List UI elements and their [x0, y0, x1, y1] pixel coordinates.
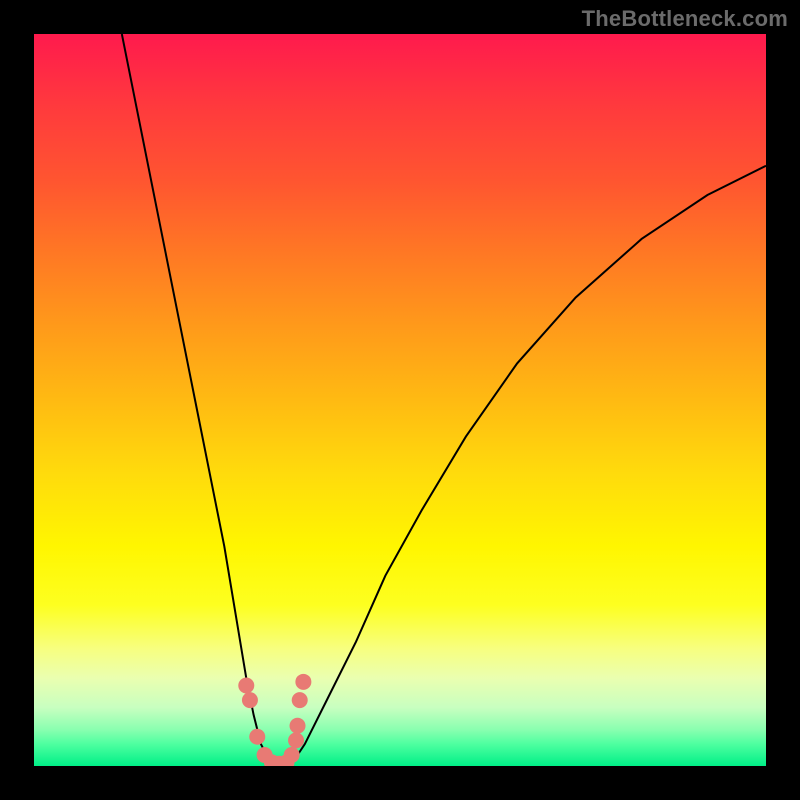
- marker-point: [292, 692, 308, 708]
- marker-point: [242, 692, 258, 708]
- marker-point: [249, 729, 265, 745]
- marker-point: [288, 732, 304, 748]
- chart-svg: [34, 34, 766, 766]
- watermark-text: TheBottleneck.com: [582, 6, 788, 32]
- marker-point: [238, 677, 254, 693]
- marker-point: [284, 747, 300, 763]
- marker-point: [290, 718, 306, 734]
- right-curve: [290, 166, 766, 766]
- plot-area: [34, 34, 766, 766]
- left-curve: [122, 34, 272, 766]
- marker-point: [295, 674, 311, 690]
